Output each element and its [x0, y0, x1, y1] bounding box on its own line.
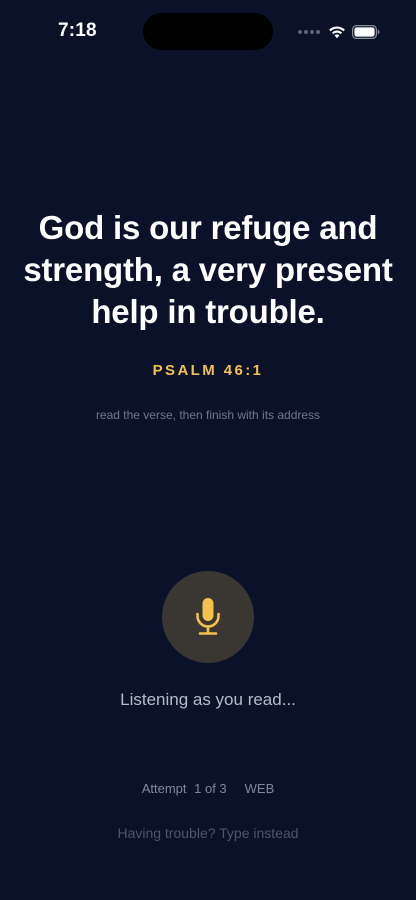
instruction-text: read the verse, then finish with its add…: [95, 408, 321, 422]
cellular-signal-icon: [298, 30, 320, 34]
verse-address: PSALM 46:1: [152, 362, 264, 379]
attempt-counter: Attempt 1 of 3: [142, 781, 227, 796]
verse-text: God is our refuge and strength, a very p…: [23, 209, 393, 330]
type-instead-link[interactable]: Having trouble? Type instead: [0, 825, 416, 841]
attempt-info: Attempt 1 of 3 WEB: [0, 781, 416, 796]
dynamic-island: [143, 13, 273, 50]
translation-badge: WEB: [244, 781, 275, 796]
microphone-button[interactable]: [162, 571, 254, 663]
microphone-icon: [196, 598, 220, 635]
status-time: 7:18: [58, 20, 97, 41]
listening-status: Listening as you read...: [120, 690, 296, 709]
status-icons: [298, 22, 380, 42]
attempt-label: Attempt: [141, 781, 187, 796]
attempt-count: 1 of 3: [194, 781, 227, 796]
battery-icon: [352, 25, 380, 39]
wifi-icon: [329, 26, 345, 39]
status-bar: 7:18: [0, 0, 416, 60]
